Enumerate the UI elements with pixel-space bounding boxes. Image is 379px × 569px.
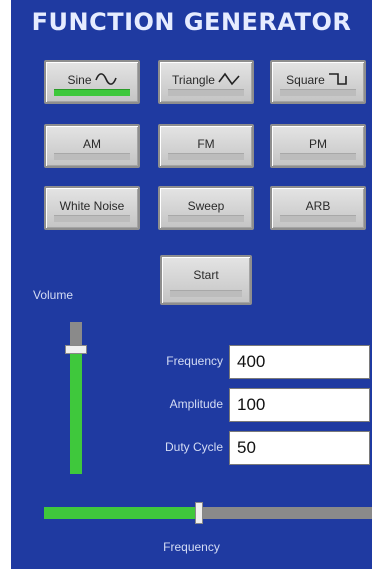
triangle-wave-icon xyxy=(218,72,240,86)
pm-button[interactable]: PM xyxy=(270,124,366,168)
volume-label: Volume xyxy=(33,288,74,302)
sweep-indicator xyxy=(168,215,244,222)
volume-slider[interactable] xyxy=(65,322,87,474)
fm-indicator xyxy=(168,153,244,160)
frequency-slider[interactable] xyxy=(44,502,372,524)
duty-cycle-input[interactable] xyxy=(229,431,370,465)
sine-wave-icon xyxy=(94,73,117,85)
square-button[interactable]: Square xyxy=(270,60,366,104)
amplitude-label: Amplitude xyxy=(169,397,223,411)
triangle-button[interactable]: Triangle xyxy=(158,60,254,104)
volume-slider-thumb[interactable] xyxy=(65,345,87,355)
start-indicator xyxy=(170,290,242,297)
am-button-label: AM xyxy=(83,137,101,151)
triangle-indicator xyxy=(168,89,244,96)
pm-button-label: PM xyxy=(309,137,327,151)
sine-selected-indicator xyxy=(54,89,130,96)
arb-indicator xyxy=(280,215,356,222)
square-button-label: Square xyxy=(286,73,325,87)
frequency-slider-thumb[interactable] xyxy=(195,502,204,524)
fm-button[interactable]: FM xyxy=(158,124,254,168)
sweep-button-label: Sweep xyxy=(187,199,225,213)
duty-cycle-label: Duty Cycle xyxy=(164,440,223,454)
frequency-slider-fill xyxy=(44,507,200,519)
arb-button-label: ARB xyxy=(305,199,331,213)
start-button[interactable]: Start xyxy=(160,255,252,305)
white-noise-button-label: White Noise xyxy=(59,199,125,213)
sine-button[interactable]: Sine xyxy=(44,60,140,104)
arb-button[interactable]: ARB xyxy=(270,186,366,230)
function-generator-panel: FUNCTION GENERATOR Sine Triangle Square … xyxy=(11,0,372,569)
square-indicator xyxy=(280,89,356,96)
fm-button-label: FM xyxy=(197,137,215,151)
volume-slider-fill xyxy=(70,349,82,474)
am-button[interactable]: AM xyxy=(44,124,140,168)
frequency-input[interactable] xyxy=(229,345,370,379)
frequency-label: Frequency xyxy=(166,354,223,368)
sweep-button[interactable]: Sweep xyxy=(158,186,254,230)
start-button-label: Start xyxy=(193,268,219,282)
square-wave-icon xyxy=(328,73,347,85)
pm-indicator xyxy=(280,153,356,160)
frequency-slider-label: Frequency xyxy=(163,540,220,554)
white-noise-button[interactable]: White Noise xyxy=(44,186,140,230)
triangle-button-label: Triangle xyxy=(172,73,215,87)
white-noise-indicator xyxy=(54,215,130,222)
app-title: FUNCTION GENERATOR xyxy=(31,8,352,36)
am-indicator xyxy=(54,153,130,160)
amplitude-input[interactable] xyxy=(229,388,370,422)
sine-button-label: Sine xyxy=(67,73,92,87)
